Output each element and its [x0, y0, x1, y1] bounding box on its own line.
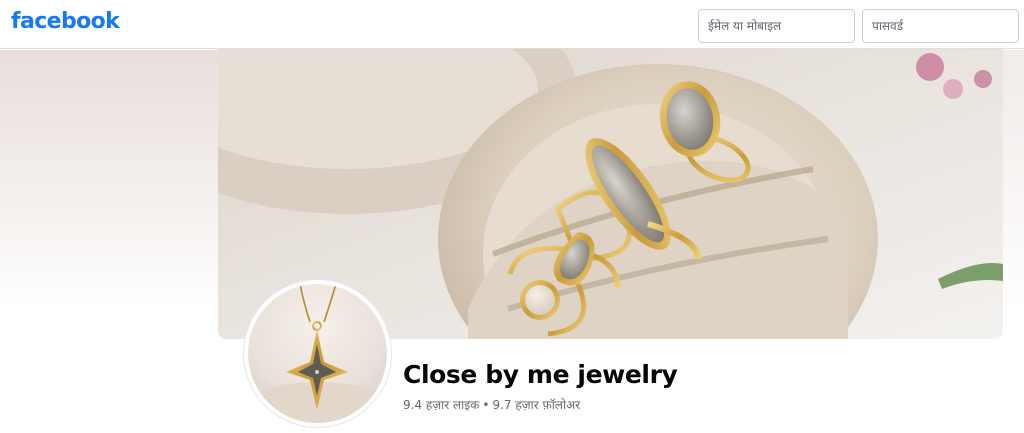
page-stats: 9.4 हज़ार लाइक • 9.7 हज़ार फ़ॉलोअर: [403, 396, 580, 413]
profile-picture[interactable]: [244, 280, 391, 427]
facebook-logo[interactable]: facebook: [11, 9, 120, 34]
page-title: Close by me jewelry: [403, 360, 678, 389]
separator-dot: •: [482, 398, 490, 412]
likes-count-link[interactable]: 9.4 हज़ार लाइक: [403, 398, 479, 412]
followers-count-link[interactable]: 9.7 हज़ार फ़ॉलोअर: [492, 398, 580, 412]
top-navigation-bar: facebook: [0, 0, 1024, 49]
password-input[interactable]: [862, 9, 1019, 43]
email-or-phone-input[interactable]: [698, 9, 855, 43]
profile-pendant-star-icon: [248, 284, 387, 423]
cover-backdrop-haze: [0, 50, 218, 310]
